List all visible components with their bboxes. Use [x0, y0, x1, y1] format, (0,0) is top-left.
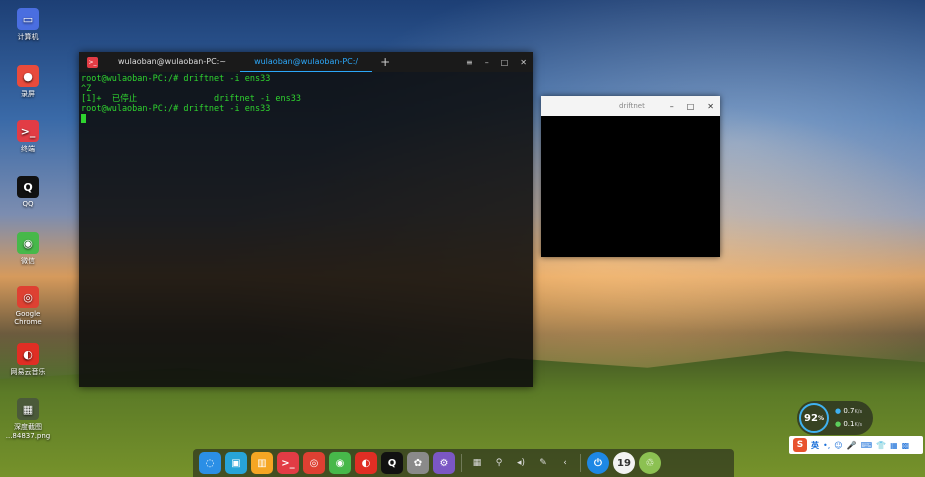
computer-icon: ▭	[17, 8, 39, 30]
usage-percent: 92	[804, 412, 818, 424]
terminal-window[interactable]: >_ wulaoban@wulaoban-PC:~ wulaoban@wulao…	[79, 52, 533, 387]
desktop-icon-label: 网易云音乐	[10, 368, 46, 376]
close-button[interactable]: ✕	[520, 58, 527, 67]
settings-icon[interactable]: ✿	[407, 452, 429, 474]
trash-icon[interactable]: ♲	[639, 452, 661, 474]
driftnet-window[interactable]: driftnet – □ ✕	[541, 96, 720, 257]
desktop-icon-label: QQ	[22, 200, 34, 208]
ime-tool-icon[interactable]: 👕	[876, 441, 886, 450]
minimize-button[interactable]: –	[485, 58, 489, 67]
netease-music-icon: ◐	[17, 343, 39, 365]
upload-speed: ● 0.7K/s	[835, 407, 863, 415]
terminal-app-icon: >_	[87, 56, 98, 68]
launcher-icon[interactable]: ◌	[199, 452, 221, 474]
ime-tool-icon[interactable]: ▦	[890, 441, 898, 450]
terminal-icon: >_	[17, 120, 39, 142]
ime-tool-icon[interactable]: ☺	[834, 441, 842, 450]
terminal-cursor	[81, 114, 86, 123]
desktop-icon-label: 录屏	[21, 90, 35, 98]
ime-tool-icon[interactable]: •,	[823, 441, 830, 450]
qq-penguin-icon: Q	[17, 176, 39, 198]
maximize-button[interactable]: □	[501, 58, 509, 67]
driftnet-titlebar[interactable]: driftnet – □ ✕	[541, 96, 720, 116]
driftnet-window-controls: – □ ✕	[670, 102, 714, 111]
wechat-icon[interactable]: ◉	[329, 452, 351, 474]
download-speed-value: 0.1	[843, 420, 855, 428]
ime-mode-toggle[interactable]: 英	[811, 440, 819, 451]
dock-separator	[580, 454, 581, 472]
desktop-icon-label: 计算机	[17, 33, 39, 41]
minimize-button[interactable]: –	[670, 102, 674, 111]
terminal-window-controls: ≡ – □ ✕	[466, 52, 527, 72]
qq-penguin-icon[interactable]: Q	[381, 452, 403, 474]
volume-icon[interactable]: ◂)	[512, 454, 530, 472]
network-monitor-widget[interactable]: 92% ● 0.7K/s ● 0.1K/s	[797, 401, 873, 435]
terminal-line: [1]+ 已停止 driftnet -i ens33	[81, 94, 301, 104]
upload-speed-value: 0.7	[843, 407, 855, 415]
terminal-line: root@wulaoban-PC:/# driftnet -i ens33	[81, 104, 271, 114]
location-icon[interactable]: ⚲	[490, 454, 508, 472]
chevron-left-icon[interactable]: ‹	[556, 454, 574, 472]
terminal-output[interactable]: root@wulaoban-PC:/# driftnet -i ens33 ^Z[…	[79, 72, 533, 126]
desktop-icon[interactable]: ◎ Google Chrome	[4, 286, 52, 326]
terminal-line: root@wulaoban-PC:/# driftnet -i ens33	[81, 74, 271, 84]
tab-home[interactable]: wulaoban@wulaoban-PC:~	[104, 52, 240, 72]
close-button[interactable]: ✕	[707, 102, 714, 111]
ime-tool-icon[interactable]: ⌨	[861, 441, 873, 450]
desktop-icon[interactable]: ◐ 网易云音乐	[4, 343, 52, 377]
terminal-line: ^Z	[81, 84, 92, 94]
maximize-button[interactable]: □	[687, 102, 695, 111]
desktop-icon[interactable]: ▦ 深度截图 ...84837.png	[4, 398, 52, 440]
power-icon[interactable]: ⏻	[587, 452, 609, 474]
desktop-icon[interactable]: ◉ 微信	[4, 232, 52, 266]
desktop-icon[interactable]: >_ 终端	[4, 120, 52, 154]
ime-tool-icon[interactable]: ▩	[902, 441, 910, 450]
wechat-icon: ◉	[17, 232, 39, 254]
menu-icon[interactable]: ≡	[466, 58, 473, 67]
chrome-icon: ◎	[17, 286, 39, 308]
screen-recorder-icon: ●	[17, 65, 39, 87]
ime-tool-icon[interactable]: 🎤	[847, 441, 857, 450]
dock-separator	[461, 454, 462, 472]
tab-root[interactable]: wulaoban@wulaoban-PC:/	[240, 52, 373, 72]
terminal-icon[interactable]: >_	[277, 452, 299, 474]
netease-music-icon[interactable]: ◐	[355, 452, 377, 474]
terminal-titlebar[interactable]: >_ wulaoban@wulaoban-PC:~ wulaoban@wulao…	[79, 52, 533, 72]
driftnet-title: driftnet	[619, 102, 645, 110]
clock-icon[interactable]: 19	[613, 452, 635, 474]
desktop-icon-label: 深度截图 ...84837.png	[5, 423, 51, 440]
file-manager-icon[interactable]: ▥	[251, 452, 273, 474]
usage-unit: %	[817, 414, 824, 422]
desktop-icon-label: 微信	[21, 257, 35, 265]
cpu-usage-gauge: 92%	[799, 403, 829, 433]
upload-speed-unit: K/s	[854, 409, 863, 415]
desktop-icon[interactable]: ▭ 计算机	[4, 8, 52, 42]
dock: ◌ ▣ ▥ >_ ◎ ◉ ◐ Q ✿ ⚙ ▦ ⚲ ◂) ✎ ‹ ⏻ 19 ♲	[193, 449, 734, 477]
desktop-icon[interactable]: ● 录屏	[4, 65, 52, 99]
desktop-icon-label: Google Chrome	[14, 310, 42, 326]
desktop-icon[interactable]: Q QQ	[4, 176, 52, 208]
chrome-icon[interactable]: ◎	[303, 452, 325, 474]
screenshot-file-icon: ▦	[17, 398, 39, 420]
download-speed-unit: K/s	[854, 422, 863, 428]
download-speed: ● 0.1K/s	[835, 420, 863, 428]
pen-icon[interactable]: ✎	[534, 454, 552, 472]
desktop-icon-label: 终端	[21, 145, 35, 153]
keyboard-icon[interactable]: ▦	[468, 454, 486, 472]
add-tab-button[interactable]: +	[372, 55, 398, 69]
input-method-toolbar[interactable]: S 英 •, ☺ 🎤 ⌨ 👕 ▦ ▩	[789, 436, 923, 454]
app-store-icon[interactable]: ▣	[225, 452, 247, 474]
sogou-logo-icon[interactable]: S	[793, 438, 807, 452]
control-center-icon[interactable]: ⚙	[433, 452, 455, 474]
